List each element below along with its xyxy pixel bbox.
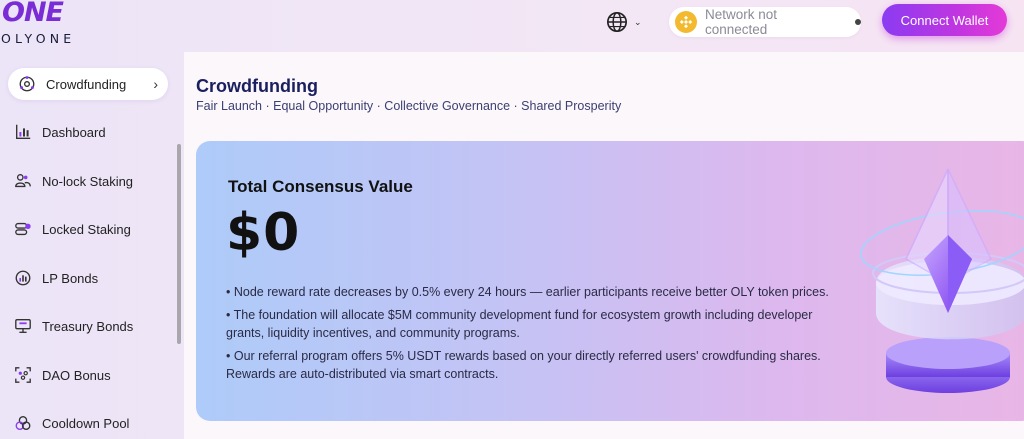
connect-wallet-button[interactable]: Connect Wallet	[882, 4, 1007, 36]
top-header: ONE OLYONE ⌄ Network not connected Conne…	[0, 0, 1024, 52]
info-bullet: • Our referral program offers 5% USDT re…	[226, 349, 821, 381]
info-bullet: • Node reward rate decreases by 0.5% eve…	[226, 285, 829, 299]
language-selector[interactable]: ⌄	[606, 10, 650, 34]
sidebar-item-label: LP Bonds	[42, 270, 99, 286]
card-title: Total Consensus Value	[228, 177, 413, 196]
sidebar: Crowdfunding › Dashboard No-lock Staking	[0, 52, 184, 439]
sidebar-item-no-lock-staking[interactable]: No-lock Staking	[8, 165, 168, 197]
cooldown-pool-icon	[14, 414, 32, 432]
network-status-dot	[855, 19, 861, 25]
dashboard-icon	[14, 123, 32, 141]
consensus-value-card: Total Consensus Value $0 • Node reward r…	[196, 141, 1024, 421]
sidebar-item-crowdfunding[interactable]: Crowdfunding ›	[8, 68, 168, 100]
sidebar-item-locked-staking[interactable]: Locked Staking	[8, 213, 168, 245]
logo-text: OLYONE	[1, 31, 76, 46]
chevron-down-icon: ⌄	[634, 16, 642, 27]
crowdfunding-icon	[18, 75, 36, 93]
sidebar-item-label: Cooldown Pool	[42, 415, 130, 431]
logo-mark: ONE	[2, 0, 64, 28]
crystal-pyramid-illustration	[860, 168, 1024, 393]
page-subtitle: Fair Launch · Equal Opportunity · Collec…	[196, 99, 622, 113]
sidebar-item-lp-bonds[interactable]: LP Bonds	[8, 262, 168, 294]
sidebar-item-label: Treasury Bonds	[42, 318, 134, 334]
chevron-right-icon: ›	[153, 76, 158, 92]
network-status-pill[interactable]: Network not connected	[669, 7, 861, 37]
treasury-bonds-icon	[14, 317, 32, 335]
brand-logo[interactable]: ONE OLYONE	[0, 0, 90, 48]
no-lock-staking-icon	[14, 172, 32, 190]
sidebar-item-label: Dashboard	[42, 124, 106, 140]
sidebar-item-label: Crowdfunding	[46, 76, 127, 92]
consensus-value: $0	[226, 203, 301, 263]
sidebar-item-cooldown-pool[interactable]: Cooldown Pool	[8, 407, 168, 439]
sidebar-scrollbar[interactable]	[177, 144, 181, 344]
lp-bonds-icon	[14, 269, 32, 287]
sidebar-item-dao-bonus[interactable]: DAO Bonus	[8, 359, 168, 391]
info-bullets: • Node reward rate decreases by 0.5% eve…	[226, 283, 846, 388]
network-status-label: Network not connected	[704, 7, 778, 37]
globe-icon	[607, 12, 627, 32]
page-title: Crowdfunding	[196, 76, 318, 96]
sidebar-item-dashboard[interactable]: Dashboard	[8, 116, 168, 148]
sidebar-item-label: No-lock Staking	[42, 173, 134, 189]
sidebar-item-label: Locked Staking	[42, 221, 131, 237]
locked-staking-icon	[14, 220, 32, 238]
bnb-chain-icon	[675, 11, 697, 33]
main-content: Crowdfunding Fair Launch · Equal Opportu…	[184, 52, 1024, 439]
sidebar-item-treasury-bonds[interactable]: Treasury Bonds	[8, 310, 168, 342]
dao-bonus-icon	[14, 366, 32, 384]
info-bullet: • The foundation will allocate $5M commu…	[226, 308, 813, 340]
sidebar-item-label: DAO Bonus	[42, 367, 111, 383]
